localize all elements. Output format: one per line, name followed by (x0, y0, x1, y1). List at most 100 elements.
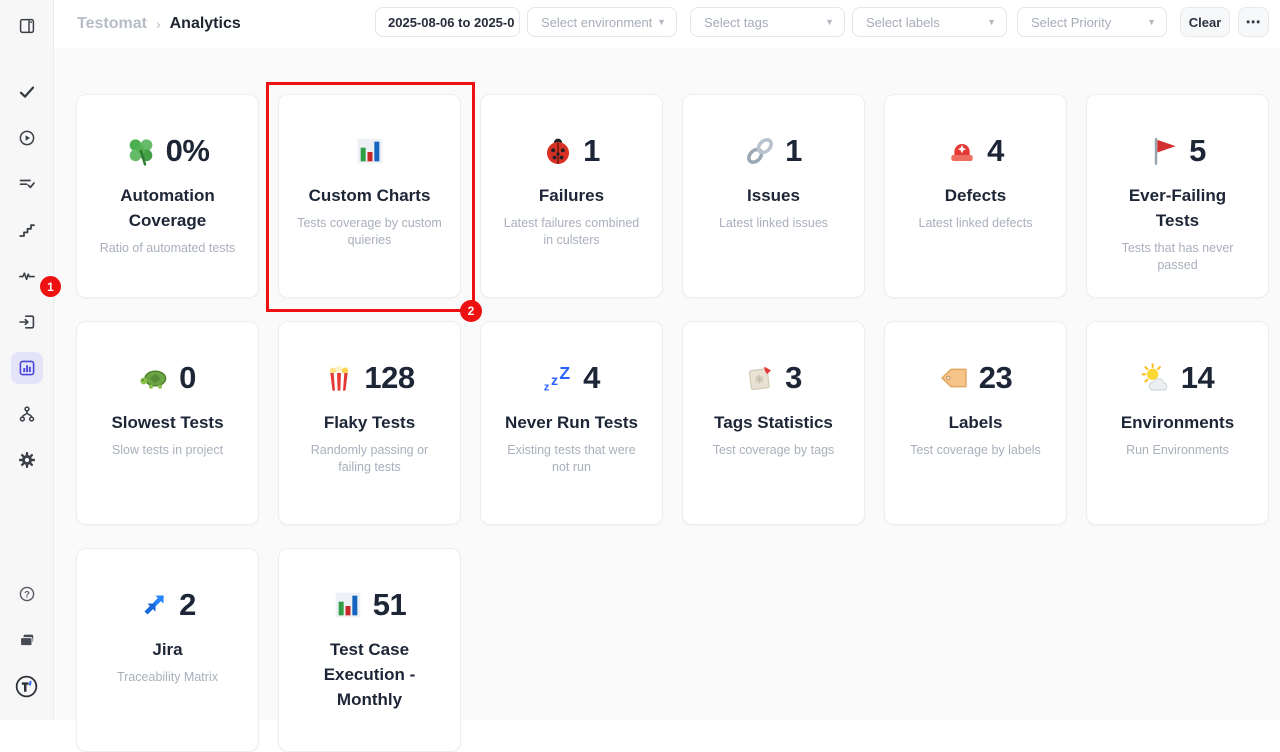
barchart-icon (355, 136, 385, 166)
card-labels[interactable]: 23 Labels Test coverage by labels (884, 321, 1067, 525)
card-title: Ever-Failing Tests (1087, 183, 1268, 233)
card-custom-charts[interactable]: Custom Charts Tests coverage by custom q… (278, 94, 461, 298)
card-tags-statistics[interactable]: 3 Tags Statistics Test coverage by tags (682, 321, 865, 525)
stat-value: 14 (1181, 360, 1214, 396)
sidebar-item-settings[interactable] (11, 444, 43, 476)
card-title: Custom Charts (279, 183, 460, 208)
card-title: Environments (1087, 410, 1268, 435)
more-options-button[interactable]: ⋯ (1238, 7, 1269, 37)
labels-filter-select[interactable]: Select labels ▼ (852, 7, 1007, 37)
card-defects[interactable]: 4 Defects Latest linked defects (884, 94, 1067, 298)
card-subtitle: Existing tests that were not run (481, 442, 662, 476)
card-subtitle: Test coverage by tags (683, 442, 864, 459)
sidebar-item-activity[interactable] (11, 260, 43, 292)
sign-in-icon (18, 313, 36, 331)
zzz-icon (543, 363, 573, 393)
breadcrumb: Testomat › Analytics (77, 0, 241, 48)
play-circle-icon (18, 129, 36, 147)
card-environments[interactable]: 14 Environments Run Environments (1086, 321, 1269, 525)
tags-filter-select[interactable]: Select tags ▼ (690, 7, 845, 37)
sidebar-item-tests[interactable] (11, 76, 43, 108)
card-title: Issues (683, 183, 864, 208)
chevron-down-icon: ▼ (987, 17, 1006, 27)
header: Testomat › Analytics 2025-08-06 to 2025-… (54, 0, 1280, 48)
card-subtitle: Latest linked issues (683, 215, 864, 232)
card-subtitle: Run Environments (1087, 442, 1268, 459)
flag-icon (1149, 136, 1179, 166)
panel-toggle-icon (18, 17, 36, 35)
sidebar-item-runs[interactable] (11, 122, 43, 154)
jira-icon (139, 590, 169, 620)
sidebar-item-imports[interactable] (11, 306, 43, 338)
list-check-icon (18, 175, 36, 193)
sidebar-item-logo[interactable] (11, 670, 43, 702)
card-title: Labels (885, 410, 1066, 435)
sidebar-item-plans[interactable] (11, 168, 43, 200)
stat-value: 23 (979, 360, 1012, 396)
card-test-case-execution-monthly[interactable]: 51 Test Case Execution - Monthly (278, 548, 461, 752)
check-icon (18, 83, 36, 101)
card-subtitle: Test coverage by labels (885, 442, 1066, 459)
card-never-run-tests[interactable]: 4 Never Run Tests Existing tests that we… (480, 321, 663, 525)
card-failures[interactable]: 1 Failures Latest failures combined in c… (480, 94, 663, 298)
stat-value: 4 (583, 360, 600, 396)
analytics-dashboard: 0% Automation Coverage Ratio of automate… (54, 48, 1280, 720)
bookmark-icon (745, 363, 775, 393)
sidebar-item-analytics[interactable] (11, 352, 43, 384)
stat-value: 1 (785, 133, 802, 169)
siren-icon (947, 136, 977, 166)
card-subtitle: Latest failures combined in culsters (481, 215, 662, 249)
priority-filter-select[interactable]: Select Priority ▼ (1017, 7, 1167, 37)
gear-icon (18, 451, 36, 469)
barchart-icon (333, 590, 363, 620)
git-branch-icon (18, 405, 36, 423)
ladybug-icon (543, 136, 573, 166)
card-title: Defects (885, 183, 1066, 208)
turtle-icon (139, 363, 169, 393)
card-jira[interactable]: 2 Jira Traceability Matrix (76, 548, 259, 752)
card-subtitle: Tests that has never passed (1087, 240, 1268, 274)
sidebar-item-help[interactable] (11, 578, 43, 610)
sidebar-item-steps[interactable] (11, 214, 43, 246)
sidebar-item-branches[interactable] (11, 398, 43, 430)
date-range-input[interactable]: 2025-08-06 to 2025-0 (375, 7, 520, 37)
card-title: Slowest Tests (77, 410, 258, 435)
stat-value: 5 (1189, 133, 1206, 169)
help-circle-icon (18, 585, 36, 603)
card-ever-failing-tests[interactable]: 5 Ever-Failing Tests Tests that has neve… (1086, 94, 1269, 298)
environment-filter-select[interactable]: Select environment ▼ (527, 7, 677, 37)
card-automation-coverage[interactable]: 0% Automation Coverage Ratio of automate… (76, 94, 259, 298)
sidebar-item-docs[interactable] (11, 624, 43, 656)
popcorn-icon (324, 363, 354, 393)
card-title: Never Run Tests (481, 410, 662, 435)
chevron-down-icon: ▼ (657, 17, 676, 27)
suncloud-icon (1141, 363, 1171, 393)
clover-icon (126, 136, 156, 166)
bar-chart-icon (18, 359, 36, 377)
page-title: Analytics (170, 15, 241, 33)
testomat-logo-icon (15, 675, 38, 698)
stat-value: 2 (179, 587, 196, 623)
card-title: Automation Coverage (77, 183, 258, 233)
card-slowest-tests[interactable]: 0 Slowest Tests Slow tests in project (76, 321, 259, 525)
breadcrumb-separator: › (156, 16, 161, 32)
breadcrumb-project-link[interactable]: Testomat (77, 15, 147, 33)
stat-value: 51 (373, 587, 406, 623)
card-issues[interactable]: 1 Issues Latest linked issues (682, 94, 865, 298)
card-subtitle: Traceability Matrix (77, 669, 258, 686)
books-icon (18, 631, 36, 649)
sidebar-item-toggle[interactable] (11, 10, 43, 42)
clear-button[interactable]: Clear (1180, 7, 1230, 37)
stat-value: 0% (166, 133, 210, 169)
card-subtitle: Slow tests in project (77, 442, 258, 459)
chevron-down-icon: ▼ (825, 17, 844, 27)
card-title: Flaky Tests (279, 410, 460, 435)
card-title: Failures (481, 183, 662, 208)
stat-value: 3 (785, 360, 802, 396)
card-subtitle: Latest linked defects (885, 215, 1066, 232)
card-flaky-tests[interactable]: 128 Flaky Tests Randomly passing or fail… (278, 321, 461, 525)
stat-value: 0 (179, 360, 196, 396)
link-icon (745, 136, 775, 166)
sidebar-bottom-group (11, 578, 43, 702)
sidebar (0, 0, 54, 720)
